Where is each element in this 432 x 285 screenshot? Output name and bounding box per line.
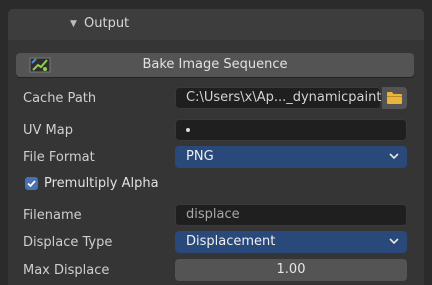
cache-path-row: Cache Path C:\Users\x\Ap..._dynamicpaint <box>8 86 424 110</box>
max-displace-label: Max Displace <box>23 263 110 278</box>
cache-path-field[interactable]: C:\Users\x\Ap..._dynamicpaint <box>175 87 381 109</box>
panel-title: Output <box>84 16 130 31</box>
displace-type-dropdown[interactable]: Displacement <box>175 231 407 253</box>
filename-field[interactable]: displace <box>175 204 407 226</box>
premultiply-alpha-row: Premultiply Alpha <box>8 172 424 196</box>
file-format-value: PNG <box>186 149 214 164</box>
bake-image-sequence-button[interactable]: Bake Image Sequence <box>16 53 414 77</box>
premultiply-alpha-checkbox[interactable] <box>25 177 38 190</box>
max-displace-value: 1.00 <box>276 262 306 277</box>
browse-folder-button[interactable] <box>382 87 407 109</box>
uv-map-row: UV Map <box>8 118 424 142</box>
uv-map-label: UV Map <box>23 123 73 138</box>
filename-value: displace <box>186 207 240 222</box>
displace-type-row: Displace Type Displacement <box>8 230 424 254</box>
cache-path-value: C:\Users\x\Ap..._dynamicpaint <box>186 90 382 105</box>
bake-button-label: Bake Image Sequence <box>142 57 288 72</box>
displace-type-label: Displace Type <box>23 235 113 250</box>
filename-row: Filename displace <box>8 203 424 227</box>
uv-map-dot-icon <box>186 128 190 132</box>
displace-type-value: Displacement <box>186 234 276 249</box>
cache-path-label: Cache Path <box>23 91 97 106</box>
output-panel: ▼ Output Bake Image Sequence Cache Path … <box>8 9 424 285</box>
file-format-row: File Format PNG <box>8 145 424 169</box>
filename-label: Filename <box>23 208 82 223</box>
chevron-down-icon <box>389 238 399 245</box>
max-displace-row: Max Displace 1.00 <box>8 258 424 282</box>
collapse-triangle-icon[interactable]: ▼ <box>70 19 77 29</box>
chevron-down-icon <box>389 153 399 160</box>
checkmark-icon <box>27 180 36 188</box>
max-displace-field[interactable]: 1.00 <box>175 259 407 281</box>
file-format-dropdown[interactable]: PNG <box>175 146 407 168</box>
premultiply-alpha-label[interactable]: Premultiply Alpha <box>44 176 159 191</box>
file-format-label: File Format <box>23 150 95 165</box>
panel-header[interactable]: ▼ Output <box>8 9 424 40</box>
folder-icon <box>387 92 402 104</box>
uv-map-field[interactable] <box>175 119 407 141</box>
